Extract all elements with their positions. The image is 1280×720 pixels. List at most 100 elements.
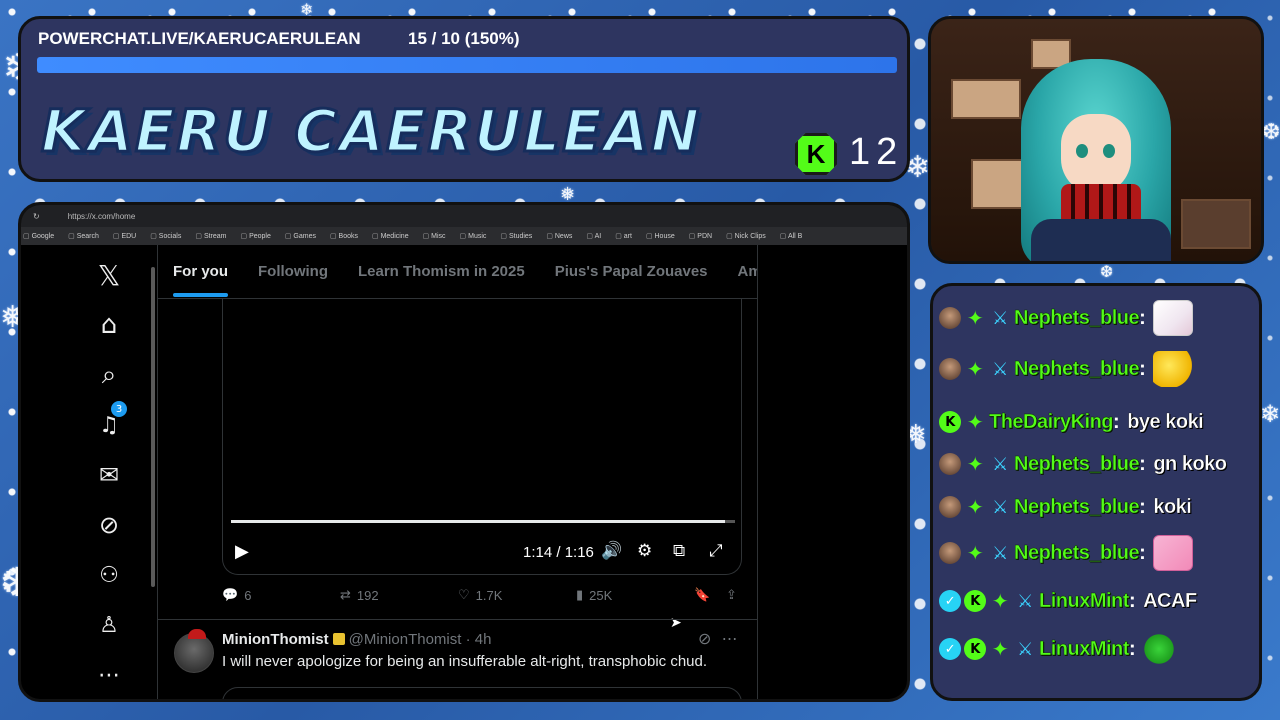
bookmark-item[interactable]: Nick Clips [726,232,766,240]
bookmark-item[interactable]: News [546,232,573,240]
home-icon[interactable]: ⌂ [81,305,137,345]
chat-message: ✦ ⚔ Nephets_blue: [939,351,1194,387]
fullscreen-icon[interactable]: ⤢ [709,541,723,561]
x-timeline: For you Following Learn Thomism in 2025 Piu… [157,245,758,699]
emote-image [1153,535,1194,571]
viewer-count: 12 [849,131,904,173]
chat-message-text: gn koko [1153,452,1227,475]
like-button[interactable]: ♡ 1.7K [458,587,502,603]
chat-message-text: bye koki [1127,410,1204,433]
profile-badge-icon [939,358,961,380]
bookmarks-bar: Google Search EDU Socials Stream People Games B… [21,227,907,245]
sword-badge-icon: ⚔ [992,307,1008,329]
more-options-icon[interactable]: ⋯ [722,629,738,648]
pip-icon[interactable]: ⧉ [673,541,685,561]
messages-icon[interactable]: ✉ [81,455,137,495]
emote-image [1153,351,1194,387]
tab-1[interactable]: Following [258,263,328,280]
scrollbar[interactable] [151,267,155,587]
chat-username[interactable]: Nephets_blue [1014,495,1140,519]
settings-gear-icon[interactable]: ⚙ [637,541,652,561]
bookmark-item[interactable]: Misc [423,232,445,240]
tab-0[interactable]: For you [173,263,228,297]
profile-badge-icon [939,542,961,564]
bookmark-item[interactable]: Google [23,232,55,240]
timeline-tabs: For you Following Learn Thomism in 2025 Piu… [158,245,757,299]
avatar[interactable] [174,633,214,673]
x-logo-icon[interactable]: 𝕏 [81,255,137,295]
tweet-menu: ⊘ ⋯ [698,629,738,648]
tweet-author-name[interactable]: MinionThomist [222,631,329,648]
tab-2[interactable]: Learn Thomism in 2025 [358,263,525,280]
chat-message: ✦ ⚔ Nephets_blue: [939,535,1194,571]
sword-badge-icon: ⚔ [992,453,1008,475]
bookmark-item[interactable]: Stream [195,232,227,240]
bookmark-item[interactable]: People [241,232,271,240]
chat-username[interactable]: Nephets_blue [1014,452,1140,476]
reply-button[interactable]: 💬 6 [222,587,251,603]
video-seek-bar[interactable] [231,520,735,523]
bookmark-item[interactable]: Studies [500,232,532,240]
tab-3[interactable]: Pius's Papal Zouaves [555,263,708,280]
volume-icon[interactable]: 🔊 [601,541,622,561]
chat-username[interactable]: LinuxMint [1039,589,1130,613]
profile-badge-icon [939,453,961,475]
play-icon[interactable]: ▶ [235,541,249,562]
chat-username[interactable]: Nephets_blue [1014,306,1140,330]
verified-badge-icon [332,633,345,645]
bookmark-item[interactable]: AI [586,232,602,240]
mouse-cursor-icon: ➤ [670,615,682,631]
bookmark-item[interactable]: House [646,232,675,240]
tab-4[interactable]: Am [738,263,757,280]
stream-header-panel: POWERCHAT.LIVE/KAERUCAERULEAN 15 / 10 (1… [18,16,910,182]
grok-icon[interactable]: ⊘ [81,505,137,545]
views-chart-icon: ▮ [576,587,584,602]
reload-icon[interactable]: ↻ [33,212,40,221]
like-count: 1.7K [475,587,503,603]
bookmark-item[interactable]: All B [780,232,802,240]
avatar-eye [1076,144,1088,158]
kick-badge-icon: K [964,638,986,660]
profile-icon[interactable]: ♙ [81,605,137,645]
video-player[interactable]: ▶ 1:14 / 1:16 🔊 ⚙ ⧉ ⤢ [222,299,742,575]
grok-icon[interactable]: ⊘ [698,629,711,648]
more-icon[interactable]: ⋯ [81,655,137,695]
bookmark-icon[interactable]: 🔖 [694,587,710,603]
vtuber-camera-panel [928,16,1264,264]
chat-username[interactable]: Nephets_blue [1014,541,1140,565]
bookmark-item[interactable]: Games [285,232,316,240]
notifications-icon[interactable]: ♫ 3 [81,401,137,445]
bookmark-item[interactable]: Socials [150,232,182,240]
bookmark-item[interactable]: EDU [113,232,136,240]
browser-window: ↻ https://x.com/home Google Search EDU Soci… [18,202,910,702]
bookmark-item[interactable]: Music [460,232,486,240]
bookmark-item[interactable]: art [615,232,632,240]
bookmark-item[interactable]: Medicine [372,232,409,240]
tweet-header: MinionThomist @MinionThomist · 4h [222,631,491,648]
santa-hat-icon [188,629,206,639]
chat-message: ✦ ⚔ Nephets_blue: koki [939,492,1192,522]
subscriber-badge-icon: ✦ [966,452,984,476]
chat-colon: : [1128,637,1136,660]
video-time: 1:14 / 1:16 [523,544,594,561]
communities-icon[interactable]: ⚇ [81,555,137,595]
bookmark-item[interactable]: PDN [689,232,712,240]
notification-count-badge: 3 [111,401,127,417]
chat-colon: : [1139,495,1146,518]
avatar-face [1061,114,1131,194]
search-icon[interactable]: ⌕ [81,355,137,395]
share-icon[interactable]: ⇪ [726,587,737,603]
browser-address-bar[interactable]: ↻ https://x.com/home [21,205,907,227]
views-button[interactable]: ▮ 25K [576,587,612,603]
repost-button[interactable]: ⇄ 192 [340,587,379,603]
tweet-embed[interactable] [222,687,742,699]
chat-message: K ✦ TheDairyKing: bye koki [939,407,1204,437]
bookmark-item[interactable]: Search [68,232,99,240]
subscriber-badge-icon: ✦ [991,637,1009,661]
chat-username[interactable]: Nephets_blue [1014,357,1140,381]
chat-username[interactable]: TheDairyKing [989,410,1114,434]
url-text[interactable]: https://x.com/home [68,212,136,221]
subscriber-badge-icon: ✦ [966,541,984,565]
bookmark-item[interactable]: Books [330,232,358,240]
chat-username[interactable]: LinuxMint [1039,637,1130,661]
